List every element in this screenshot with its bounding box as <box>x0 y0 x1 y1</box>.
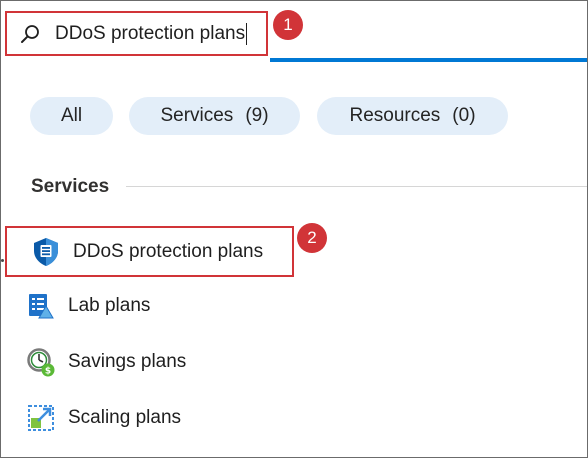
service-item-savings-plans[interactable]: $ Savings plans <box>26 339 186 385</box>
filter-all[interactable]: All <box>30 97 113 135</box>
search-underline <box>270 58 587 62</box>
savings-plans-icon: $ <box>26 347 56 377</box>
service-item-label: Scaling plans <box>68 407 182 428</box>
filter-services-label: Services <box>160 105 234 126</box>
filter-resources-label: Resources <box>349 105 441 126</box>
callout-badge-2: 2 <box>297 223 327 253</box>
svg-text:$: $ <box>45 367 51 377</box>
service-item-label: Lab plans <box>68 295 151 316</box>
section-title: Services <box>31 176 110 197</box>
scaling-plans-icon <box>26 403 56 433</box>
shield-icon <box>31 237 61 267</box>
callout-badge-1: 1 <box>273 10 303 40</box>
filter-resources[interactable]: Resources (0) <box>317 97 508 135</box>
service-item-label: DDoS protection plans <box>73 240 264 262</box>
filter-all-label: All <box>60 105 83 126</box>
filter-services-count: (9) <box>245 105 269 126</box>
service-item-label: Savings plans <box>68 351 187 372</box>
search-input[interactable]: DDoS protection plans <box>5 11 268 56</box>
search-icon <box>19 23 41 45</box>
service-item-ddos-protection-plans[interactable]: DDoS protection plans <box>5 226 294 277</box>
section-divider <box>126 186 587 187</box>
text-caret <box>246 22 248 45</box>
search-value: DDoS protection plans <box>55 22 246 44</box>
service-item-lab-plans[interactable]: Lab plans <box>26 283 150 329</box>
service-item-scaling-plans[interactable]: Scaling plans <box>26 395 181 441</box>
filter-resources-count: (0) <box>452 105 476 126</box>
edge-marker <box>1 259 4 262</box>
lab-plans-icon <box>26 291 56 321</box>
filter-services[interactable]: Services (9) <box>129 97 300 135</box>
